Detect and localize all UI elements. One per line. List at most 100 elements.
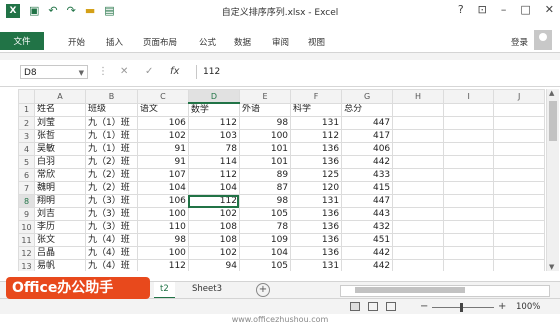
- column-header[interactable]: A: [33, 89, 87, 104]
- grid-cell[interactable]: 九（2）班: [85, 155, 138, 169]
- grid-cell[interactable]: [442, 194, 495, 208]
- grid-cell[interactable]: 李历: [33, 220, 87, 234]
- grid-cell[interactable]: 106: [136, 194, 189, 208]
- grid-cell[interactable]: 110: [136, 220, 189, 234]
- grid-cell[interactable]: [493, 181, 545, 195]
- tab-page-layout[interactable]: 页面布局: [143, 36, 177, 48]
- row-header[interactable]: 3: [18, 129, 35, 143]
- grid-cell[interactable]: [493, 220, 545, 234]
- grid-cell[interactable]: 姓名: [33, 102, 87, 117]
- cell-table[interactable]: A B C D E F G H I J 1 姓名 班级 语文 数学 外语 科学 总分 2 刘莹 九（…: [18, 89, 545, 271]
- row-header[interactable]: 4: [18, 142, 35, 156]
- grid-cell[interactable]: 九（1）班: [85, 116, 138, 130]
- tab-insert[interactable]: 插入: [106, 36, 123, 48]
- grid-cell[interactable]: [493, 194, 545, 208]
- grid-cell[interactable]: 103: [187, 129, 240, 143]
- column-header[interactable]: I: [442, 89, 495, 104]
- name-box[interactable]: D8 ▼: [20, 65, 88, 79]
- row-header[interactable]: 12: [18, 246, 35, 260]
- tab-view[interactable]: 视图: [308, 36, 325, 48]
- grid-cell[interactable]: 张哲: [33, 129, 87, 143]
- row-header[interactable]: 11: [18, 233, 35, 247]
- row-header[interactable]: 10: [18, 220, 35, 234]
- grid-cell[interactable]: 442: [341, 259, 394, 271]
- grid-cell[interactable]: [493, 168, 545, 182]
- grid-cell[interactable]: 班级: [85, 102, 138, 117]
- grid-cell[interactable]: 443: [341, 207, 394, 221]
- grid-cell[interactable]: 105: [238, 207, 292, 221]
- grid-cell[interactable]: [493, 102, 545, 117]
- grid-cell[interactable]: [392, 155, 444, 169]
- row-header[interactable]: 13: [18, 259, 35, 271]
- scroll-up-icon[interactable]: ▲: [549, 89, 554, 97]
- grid-cell[interactable]: 102: [136, 129, 189, 143]
- column-header[interactable]: G: [341, 89, 394, 104]
- insert-function-icon[interactable]: fx: [170, 66, 179, 77]
- normal-view-icon[interactable]: [350, 302, 360, 311]
- zoom-in-button[interactable]: +: [498, 301, 506, 312]
- row-header[interactable]: 1: [18, 102, 35, 117]
- grid-cell[interactable]: [442, 155, 495, 169]
- column-header[interactable]: C: [136, 89, 189, 104]
- grid-cell[interactable]: 吕晶: [33, 246, 87, 260]
- grid-cell[interactable]: 100: [136, 207, 189, 221]
- tab-home[interactable]: 开始: [68, 36, 85, 48]
- grid-cell[interactable]: 105: [238, 259, 292, 271]
- grid-cell[interactable]: 432: [341, 220, 394, 234]
- grid-cell[interactable]: 102: [187, 246, 240, 260]
- grid-cell[interactable]: [442, 102, 495, 117]
- grid-cell[interactable]: 78: [187, 142, 240, 156]
- grid-cell[interactable]: 100: [136, 246, 189, 260]
- grid-cell[interactable]: 吴敏: [33, 142, 87, 156]
- grid-cell[interactable]: [392, 181, 444, 195]
- vertical-scrollbar[interactable]: ▲ ▼: [546, 89, 559, 271]
- grid-cell[interactable]: 447: [341, 194, 394, 208]
- grid-cell[interactable]: 131: [290, 259, 343, 271]
- grid-cell[interactable]: 104: [238, 246, 292, 260]
- grid-cell[interactable]: 101: [238, 155, 292, 169]
- grid-cell[interactable]: 94: [187, 259, 240, 271]
- column-header[interactable]: B: [85, 89, 138, 104]
- grid-cell[interactable]: 112: [187, 168, 240, 182]
- grid-cell[interactable]: 总分: [341, 102, 394, 117]
- grid-cell[interactable]: 131: [290, 116, 343, 130]
- grid-cell[interactable]: 109: [238, 233, 292, 247]
- ribbon-display-button[interactable]: ⊡: [478, 3, 487, 16]
- row-header[interactable]: 7: [18, 181, 35, 195]
- grid-cell[interactable]: [392, 233, 444, 247]
- grid-cell[interactable]: 外语: [238, 102, 292, 117]
- grid-cell[interactable]: 78: [238, 220, 292, 234]
- grid-cell[interactable]: [493, 207, 545, 221]
- grid-cell[interactable]: 107: [136, 168, 189, 182]
- formula-input[interactable]: 112: [196, 65, 553, 79]
- grid-cell[interactable]: 九（1）班: [85, 129, 138, 143]
- grid-cell[interactable]: 张文: [33, 233, 87, 247]
- avatar[interactable]: [534, 30, 552, 50]
- tab-data[interactable]: 数据: [234, 36, 251, 48]
- tab-review[interactable]: 审阅: [272, 36, 289, 48]
- grid-cell[interactable]: [493, 116, 545, 130]
- zoom-out-button[interactable]: −: [420, 301, 428, 312]
- tab-file[interactable]: 文件: [0, 32, 44, 50]
- row-header[interactable]: 6: [18, 168, 35, 182]
- grid-cell[interactable]: [493, 142, 545, 156]
- grid-cell[interactable]: [442, 142, 495, 156]
- grid-cell[interactable]: 125: [290, 168, 343, 182]
- grid-cell[interactable]: 104: [187, 181, 240, 195]
- grid-cell[interactable]: 91: [136, 142, 189, 156]
- grid-cell[interactable]: 100: [238, 129, 292, 143]
- page-break-view-icon[interactable]: [386, 302, 396, 311]
- grid-cell[interactable]: 九（3）班: [85, 207, 138, 221]
- grid-cell[interactable]: 白羽: [33, 155, 87, 169]
- grid-cell[interactable]: 102: [187, 207, 240, 221]
- grid-cell[interactable]: 442: [341, 246, 394, 260]
- grid-cell[interactable]: 98: [238, 194, 292, 208]
- grid-cell[interactable]: 108: [187, 233, 240, 247]
- zoom-level[interactable]: 100%: [516, 302, 540, 312]
- grid-cell[interactable]: 九（2）班: [85, 168, 138, 182]
- grid-cell[interactable]: [392, 207, 444, 221]
- grid-cell[interactable]: 104: [136, 181, 189, 195]
- grid-cell[interactable]: 九（3）班: [85, 220, 138, 234]
- grid-cell[interactable]: [493, 129, 545, 143]
- grid-cell[interactable]: 442: [341, 155, 394, 169]
